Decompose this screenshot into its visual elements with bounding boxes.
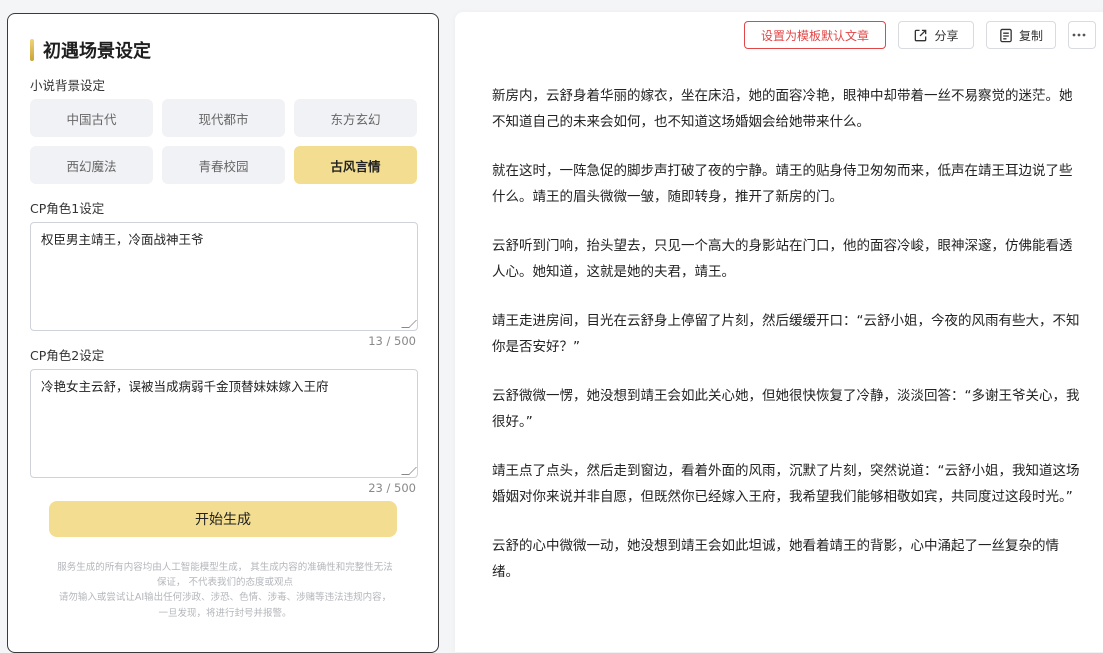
cp1-value: 权臣男主靖王，冷面战神王爷 <box>41 232 204 247</box>
cp1-char-count: 13 / 500 <box>368 334 416 348</box>
article-paragraph: 云舒微微一愣，她没想到靖王会如此关心她，但她很快恢复了冷静，淡淡回答：“多谢王爷… <box>492 388 1080 430</box>
article-paragraph: 新房内，云舒身着华丽的嫁衣，坐在床沿，她的面容冷艳，眼神中却带着一丝不易察觉的迷… <box>492 88 1073 130</box>
share-button[interactable]: 分享 <box>898 21 974 49</box>
panel-title-text: 初遇场景设定 <box>43 41 151 62</box>
article-paragraph: 云舒的心中微微一动，她没想到靖王会如此坦诚，她看着靖王的背影，心中涌起了一丝复杂… <box>492 538 1059 580</box>
copy-label: 复制 <box>1019 28 1044 43</box>
generate-button[interactable]: 开始生成 <box>49 501 397 537</box>
article-paragraph: 就在这时，一阵急促的脚步声打破了夜的宁静。靖王的贴身侍卫匆匆而来，低声在靖王耳边… <box>492 163 1073 205</box>
background-label: 小说背景设定 <box>30 78 106 93</box>
article-paragraph: 靖王走进房间，目光在云舒身上停留了片刻，然后缓缓开口：“云舒小姐，今夜的风雨有些… <box>492 313 1080 355</box>
copy-icon <box>1000 28 1012 42</box>
share-label: 分享 <box>934 28 959 43</box>
share-icon <box>915 29 927 41</box>
disclaimer-line: 服务生成的所有内容均由人工智能模型生成， 其生成内容的准确性和完整性无法 <box>57 562 393 573</box>
panel-title: 初遇场景设定 <box>30 38 151 62</box>
disclaimer: 服务生成的所有内容均由人工智能模型生成， 其生成内容的准确性和完整性无法 保证，… <box>30 560 420 621</box>
genre-option-campus[interactable]: 青春校园 <box>162 146 285 184</box>
genre-option-modern-city[interactable]: 现代都市 <box>162 99 285 137</box>
cp1-textarea[interactable]: 权臣男主靖王，冷面战神王爷 <box>30 222 418 331</box>
cp2-label: CP角色2设定 <box>30 348 105 363</box>
genre-option-ancient-romance[interactable]: 古风言情 <box>294 146 417 184</box>
scene-settings-panel: 初遇场景设定 小说背景设定 中国古代 现代都市 东方玄幻 西幻魔法 青春校园 古… <box>7 13 439 653</box>
resize-grip-icon[interactable] <box>401 320 417 328</box>
article-paragraph: 云舒听到门响，抬头望去，只见一个高大的身影站在门口，他的面容冷峻，眼神深邃，仿佛… <box>492 238 1073 280</box>
article-paragraph: 靖王点了点头，然后走到窗边，看着外面的风雨，沉默了片刻，突然说道：“云舒小姐，我… <box>492 463 1080 505</box>
copy-button[interactable]: 复制 <box>986 21 1056 49</box>
title-accent-bar <box>30 39 34 61</box>
genre-option-ancient-china[interactable]: 中国古代 <box>30 99 153 137</box>
genre-option-eastern-fantasy[interactable]: 东方玄幻 <box>294 99 417 137</box>
cp2-char-count: 23 / 500 <box>368 481 416 495</box>
resize-grip-icon[interactable] <box>401 467 417 475</box>
disclaimer-line: 保证， 不代表我们的态度或观点 <box>156 577 294 589</box>
more-dots-icon <box>1072 33 1086 37</box>
genre-option-western-magic[interactable]: 西幻魔法 <box>30 146 153 184</box>
article-panel: 设置为模板默认文章 分享 复制 新房内，云舒身着华丽的嫁衣，坐在床沿，她的面容冷… <box>455 12 1103 652</box>
cp1-label: CP角色1设定 <box>30 201 105 216</box>
disclaimer-line: 一旦发现，将进行封号并报警。 <box>158 607 292 619</box>
more-button[interactable] <box>1068 21 1096 49</box>
disclaimer-line: 请勿输入或尝试让AI输出任何涉政、涉恐、色情、涉毒、涉赌等违法违规内容， <box>58 592 392 604</box>
article-toolbar: 设置为模板默认文章 分享 复制 <box>744 21 1096 49</box>
cp2-value: 冷艳女主云舒，误被当成病弱千金顶替妹妹嫁入王府 <box>41 379 329 394</box>
cp2-textarea[interactable]: 冷艳女主云舒，误被当成病弱千金顶替妹妹嫁入王府 <box>30 369 418 478</box>
article-content: 新房内，云舒身着华丽的嫁衣，坐在床沿，她的面容冷艳，眼神中却带着一丝不易察觉的迷… <box>492 83 1082 608</box>
set-default-article-button[interactable]: 设置为模板默认文章 <box>744 21 886 49</box>
